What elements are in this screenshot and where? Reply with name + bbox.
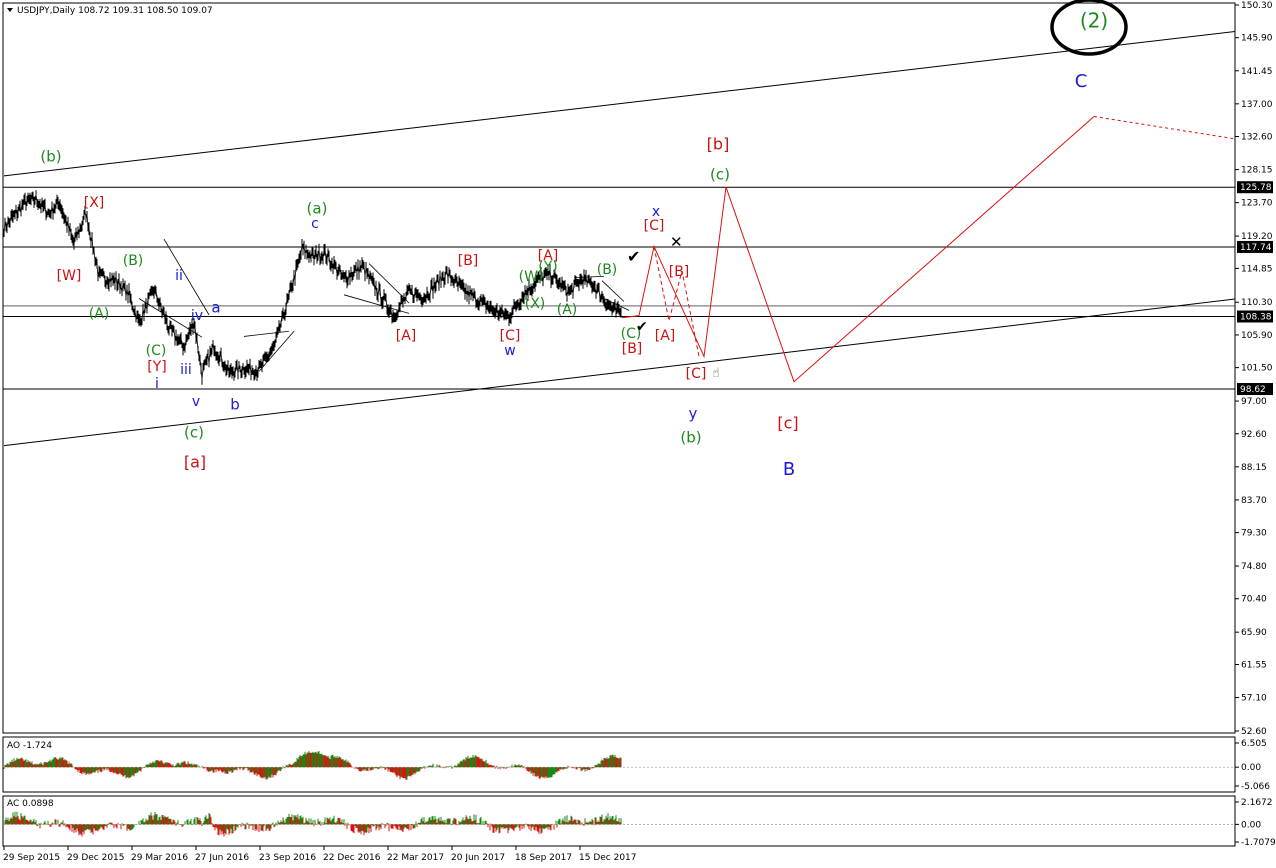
price-axis: 150.30 145.90 141.45 137.00 132.60 128.15 123.… [1235,1,1276,848]
price-tag: 98.62 [1237,383,1273,396]
wave-label: w [504,343,515,359]
date-tick-label: 29 Dec 2015 [67,853,125,863]
price-tick-label: 137.00 [1241,100,1273,110]
wave-label: [C] [500,328,521,344]
date-tick-label: 27 Jun 2016 [195,853,249,863]
price-tick-label: 101.50 [1241,364,1273,374]
price-tick-label: 105.90 [1241,331,1273,341]
osc-tick-label: 2.1672 [1241,798,1273,808]
cross-mark-icon: ✕ [670,233,683,251]
wave-label: (a) [307,200,328,218]
wave-label: [a] [184,453,206,472]
check-mark-icon: ✔ [636,319,648,335]
wave-label: [C] [644,218,665,234]
wave-label: c [311,216,319,232]
price-tick-label: 128.15 [1241,166,1273,176]
wave-label: [X] [84,195,105,211]
price-tag-label: 125.78 [1240,183,1272,193]
date-tick-label: 15 Dec 2017 [579,853,637,863]
date-tick-label: 22 Mar 2017 [387,853,444,863]
osc-tick-label: 0.00 [1241,820,1261,830]
ao-label: AO -1.724 [7,741,52,751]
wave-label: iv [191,308,203,324]
price-tick-label: 74.80 [1241,562,1267,572]
wave-label: (c) [184,424,204,442]
date-tick-label: 29 Sep 2015 [3,853,60,863]
wave-label: (Y) [538,259,557,275]
price-tick-label: 83.70 [1241,496,1267,506]
price-tick-label: 123.70 [1241,199,1273,209]
wave-label: (C) [146,343,167,359]
date-tick-label: 23 Sep 2016 [259,853,316,863]
date-tick-label: 29 Mar 2016 [131,853,188,863]
wave-label: [Y] [147,359,166,375]
price-tick-label: 114.85 [1241,264,1273,274]
price-tick-label: 97.00 [1241,397,1267,407]
wave-label: [W] [57,268,82,284]
price-tick-label: 88.15 [1241,463,1267,473]
wave-label: [b] [707,135,730,154]
wave-label: [A] [655,328,676,344]
hand-pointer-icon: ☝ [712,366,720,381]
price-tick-label: 92.60 [1241,430,1267,440]
price-tick-label: 132.60 [1241,133,1273,143]
price-tick-label: 110.30 [1241,298,1273,308]
wave-label: a [211,299,220,317]
wave-label: [C] [686,366,707,382]
ac-label: AC 0.0898 [7,799,54,809]
wave-label: [B] [669,264,690,280]
price-tick-label: 65.90 [1241,628,1267,638]
price-tag: 117.74 [1237,240,1273,253]
wave-label: y [689,405,698,423]
price-tick-label: 79.30 [1241,529,1267,539]
price-tick-label: 57.10 [1241,694,1267,704]
wave-label: i [155,376,159,392]
price-tag: 125.78 [1237,181,1273,194]
wave-label: b [230,396,240,414]
price-tag: 108.38 [1237,310,1273,323]
wave-label: [A] [396,328,417,344]
date-axis: 29 Sep 2015 29 Dec 2015 29 Mar 2016 27 Jun … [3,846,637,863]
chart-canvas: (2)C(b)[b](c)[X] (a)cx[C][W](B)ii[B] [A](W… [2,0,1276,863]
check-mark-icon: ✔ [627,247,640,266]
wave-label: (c) [710,166,730,184]
date-tick-label: 20 Jun 2017 [451,853,505,863]
date-tick-label: 18 Sep 2017 [515,853,572,863]
symbol-header: USDJPY,Daily 108.72 109.31 108.50 109.07 [17,6,213,16]
wave-label: C [1075,71,1088,92]
price-tag-label: 98.62 [1240,385,1266,395]
wave-label: (2) [1080,9,1108,33]
price-tag-label: 117.74 [1240,243,1272,253]
wave-label: (b) [40,148,61,166]
osc-tick-label: -5.066 [1241,782,1270,792]
price-tick-label: 52.60 [1241,727,1267,737]
price-tick-label: 70.40 [1241,595,1267,605]
wave-label: (X) [525,296,546,312]
price-tick-label: 150.30 [1241,1,1273,11]
wave-label: (B) [597,262,618,278]
wave-label: (A) [89,306,110,322]
wave-label: ii [175,268,183,284]
wave-label: v [192,394,200,410]
price-tag-label: 108.38 [1240,313,1272,323]
wave-label: [c] [777,414,798,433]
wave-label: [B] [458,253,479,269]
price-tick-label: 119.20 [1241,232,1273,242]
price-tick-label: 61.55 [1241,660,1267,670]
price-tick-label: 145.90 [1241,34,1273,44]
wave-label: [B] [622,341,643,357]
wave-label: (A) [557,302,578,318]
date-tick-label: 22 Dec 2016 [323,853,381,863]
wave-label: (B) [123,253,144,269]
wave-label: (b) [680,429,701,447]
osc-tick-label: 6.505 [1241,739,1267,749]
wave-label: iii [180,362,192,378]
wave-label: B [783,459,795,480]
osc-tick-label: -1.7079 [1241,838,1276,848]
price-tick-label: 141.45 [1241,67,1273,77]
osc-tick-label: 0.00 [1241,763,1261,773]
